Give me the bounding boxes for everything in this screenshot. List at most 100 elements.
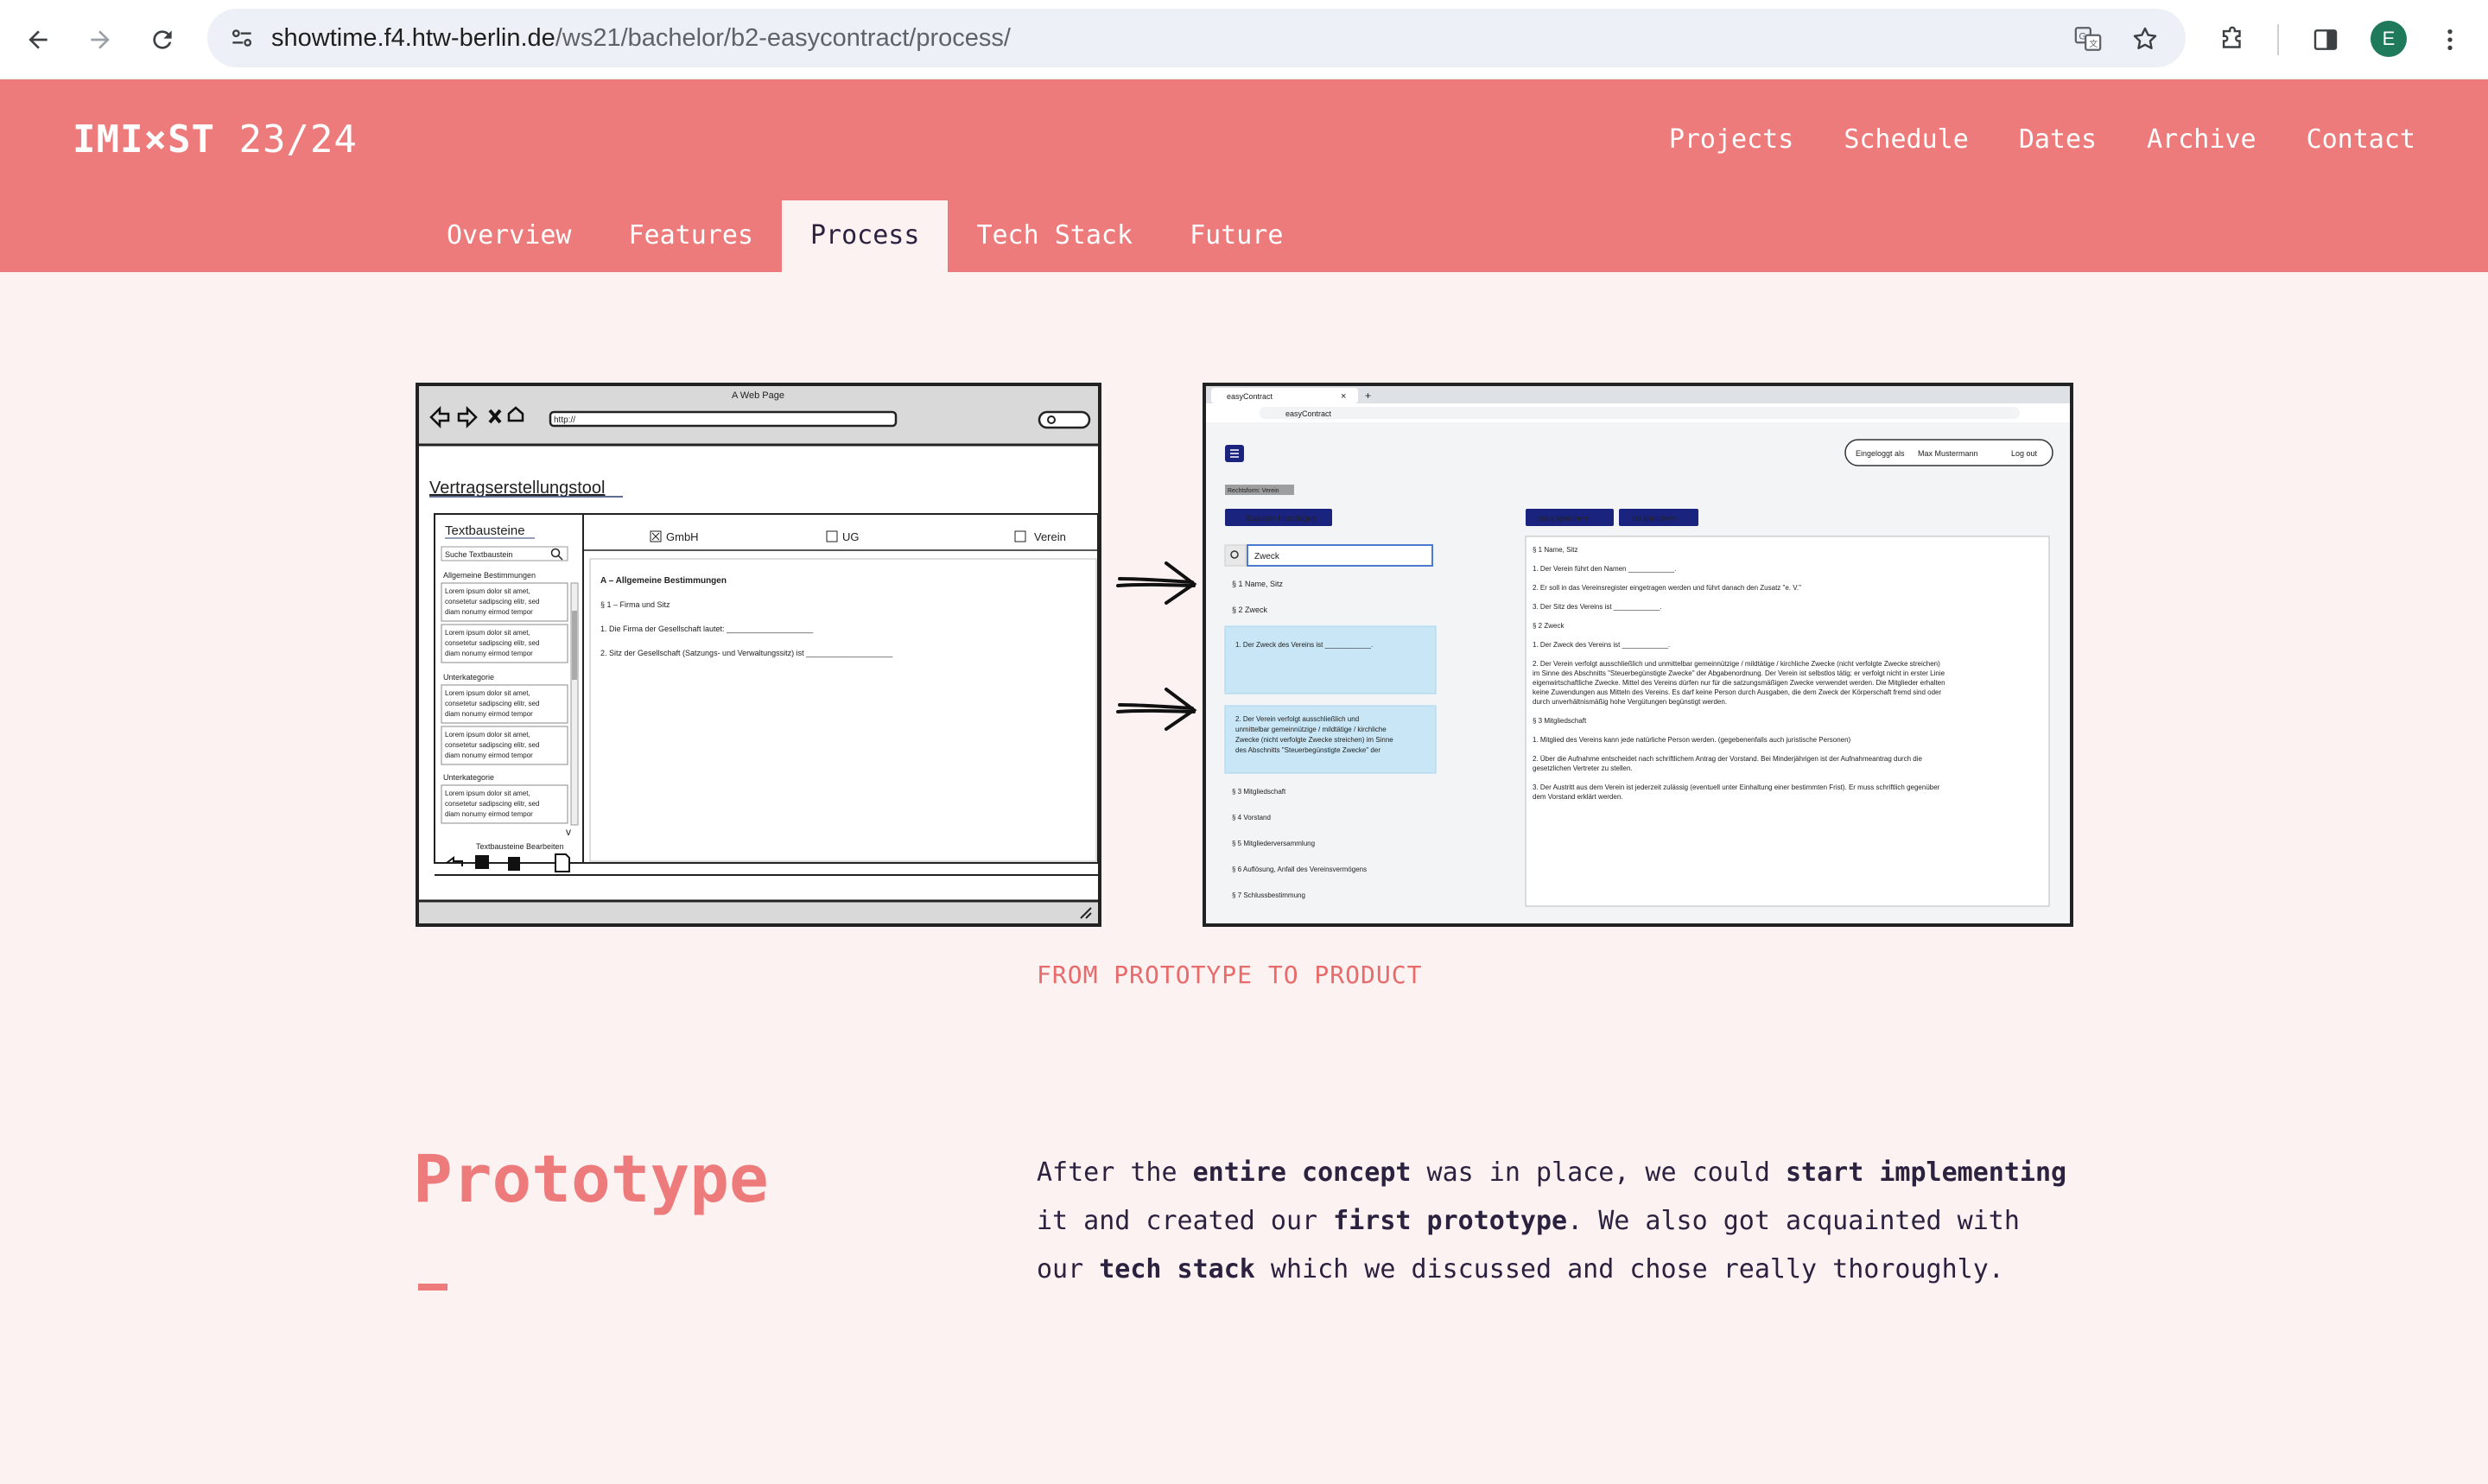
sketch-app-title: Vertragserstellungstool: [429, 479, 605, 498]
puzzle-icon: [2222, 26, 2241, 48]
svg-text:2. Der Verein verfolgt ausschl: 2. Der Verein verfolgt ausschließlich un…: [1235, 715, 1359, 723]
tab-tech-stack[interactable]: Tech Stack: [948, 200, 1161, 272]
sketch-edit-link: Textbausteine Bearbeiten: [476, 842, 564, 851]
product-item-7: § 7 Schlussbestimmung: [1232, 891, 1305, 899]
doc-line: keine Zuwendungen aus Mitteln des Verein…: [1533, 688, 1941, 696]
sketch-doc-line-3: 2. Sitz der Gesellschaft (Satzungs- und …: [600, 649, 893, 657]
svg-text:文: 文: [2089, 38, 2098, 49]
doc-line: eigenwirtschaftliche Zwecke. Mittel des …: [1533, 679, 1945, 687]
transition-arrows: [1116, 561, 1197, 731]
nav-schedule[interactable]: Schedule: [1844, 124, 1969, 155]
product-screenshot-image: easyContract × + easyContract Eingeloggt…: [1203, 383, 2073, 927]
side-panel-icon: [2313, 29, 2338, 50]
doc-line: durch unverhältnismäßig hohe Vergütungen…: [1533, 698, 1727, 706]
product-docx-save: docx speichern: [1538, 514, 1590, 523]
side-panel-button[interactable]: [2305, 19, 2346, 60]
svg-text:G: G: [2079, 32, 2086, 42]
arrow-right-icon: [1116, 582, 1196, 587]
svg-text:diam nonumy eirmod tempor: diam nonumy eirmod tempor: [445, 608, 533, 616]
product-address: easyContract: [1285, 409, 1332, 418]
brand-name: IMI×ST: [73, 117, 215, 162]
svg-text:unmittelbar gemeinnützige / mi: unmittelbar gemeinnützige / mildtätige /…: [1235, 726, 1387, 733]
doc-line: 2. Über die Aufnahme entscheidet nach sc…: [1533, 755, 1922, 763]
svg-text:Lorem ipsum dolor sit amet,: Lorem ipsum dolor sit amet,: [445, 629, 530, 637]
address-bar[interactable]: showtime.f4.htw-berlin.de/ws21/bachelor/…: [207, 9, 2186, 67]
kebab-menu-icon: [2447, 29, 2453, 50]
sketch-option-gmbh: GmbH: [666, 530, 699, 543]
nav-dates[interactable]: Dates: [2019, 124, 2097, 155]
url-text: showtime.f4.htw-berlin.de/ws21/bachelor/…: [271, 9, 1011, 67]
sketch-window-title: A Web Page: [732, 390, 784, 401]
toolbar-divider: [2277, 24, 2279, 55]
emphasis-text: tech stack: [1099, 1254, 1255, 1284]
sketch-group-3: Unterkategorie: [443, 773, 494, 782]
svg-text:consetetur sadipscing elitr, s: consetetur sadipscing elitr, sed: [445, 800, 539, 808]
sketch-search: Suche Textbaustein: [445, 550, 512, 559]
back-button[interactable]: [17, 19, 59, 60]
site-logo[interactable]: IMI×ST 23/24: [73, 117, 358, 162]
doc-line: gesetzlichen Vertreter zu stellen.: [1533, 764, 1633, 772]
svg-text:Lorem ipsum dolor sit amet,: Lorem ipsum dolor sit amet,: [445, 790, 530, 797]
brand-term: 23/24: [238, 117, 358, 162]
tab-overview[interactable]: Overview: [418, 200, 600, 272]
product-item-5: § 5 Mitgliederversammlung: [1232, 840, 1315, 847]
doc-section-heading: § 2 Zweck: [1533, 622, 1565, 630]
nav-archive[interactable]: Archive: [2147, 124, 2256, 155]
nav-contact[interactable]: Contact: [2307, 124, 2415, 155]
emphasis-text: first prototype: [1333, 1206, 1568, 1236]
doc-line: dem Vorstand erklärt werden.: [1533, 793, 1623, 801]
reload-icon: [153, 30, 172, 49]
product-tab-title: easyContract: [1227, 392, 1273, 401]
browser-menu-button[interactable]: [2429, 19, 2471, 60]
tab-features[interactable]: Features: [600, 200, 783, 272]
product-item-2: § 2 Zweck: [1232, 606, 1268, 614]
product-logout: Log out: [2011, 449, 2038, 458]
svg-text:consetetur sadipscing elitr, s: consetetur sadipscing elitr, sed: [445, 700, 539, 707]
bookmark-star-icon[interactable]: [2130, 24, 2160, 54]
svg-text:v: v: [566, 826, 571, 838]
section-title: Prototype: [413, 1140, 769, 1217]
svg-text:des Abschnitts "Steuerbegünsti: des Abschnitts "Steuerbegünstigte Zwecke…: [1235, 746, 1380, 754]
svg-text:Zwecke (nicht verfolgte Zwecke: Zwecke (nicht verfolgte Zwecke streichen…: [1235, 736, 1393, 744]
doc-section-heading: § 1 Name, Sitz: [1533, 546, 1577, 554]
body-text-run: which we discussed and chose really thor…: [1254, 1254, 2004, 1284]
sketch-group-1: Allgemeine Bestimmungen: [443, 571, 536, 580]
emphasis-text: entire concept: [1192, 1157, 1412, 1188]
reload-button[interactable]: [142, 19, 183, 60]
svg-text:×: ×: [1341, 391, 1346, 402]
url-path: /ws21/bachelor/b2-easycontract/process/: [555, 24, 1011, 52]
doc-line: 2. Er soll in das Vereinsregister einget…: [1533, 584, 1801, 592]
sketch-doc-line-1: § 1 – Firma und Sitz: [600, 600, 670, 609]
tab-process[interactable]: Process: [782, 200, 949, 272]
main-nav: Projects Schedule Dates Archive Contact: [1669, 124, 2415, 155]
forward-button[interactable]: [79, 19, 121, 60]
site-settings-icon[interactable]: [228, 24, 256, 52]
doc-line: 1. Der Zweck des Vereins ist ___________…: [1533, 641, 1670, 649]
sketch-doc-heading: A – Allgemeine Bestimmungen: [600, 576, 727, 586]
arrow-right-icon: [91, 30, 110, 49]
svg-text:consetetur sadipscing elitr, s: consetetur sadipscing elitr, sed: [445, 598, 539, 606]
doc-section-heading: § 3 Mitgliedschaft: [1533, 717, 1587, 725]
profile-avatar[interactable]: E: [2371, 21, 2407, 57]
extensions-button[interactable]: [2212, 19, 2253, 60]
product-search: Zweck: [1254, 552, 1280, 561]
svg-text:consetetur sadipscing elitr, s: consetetur sadipscing elitr, sed: [445, 741, 539, 749]
product-txt-save: txt speichern: [1633, 514, 1677, 523]
product-legal-form: Rechtsform: Verein: [1228, 488, 1279, 494]
translate-icon[interactable]: G文: [2073, 24, 2103, 54]
tab-future[interactable]: Future: [1161, 200, 1311, 272]
title-underline: [418, 1284, 447, 1291]
sketch-option-verein: Verein: [1034, 530, 1066, 543]
arrow-left-icon: [29, 30, 48, 49]
svg-text:diam nonumy eirmod tempor: diam nonumy eirmod tempor: [445, 650, 533, 657]
doc-line: 1. Der Verein führt den Namen __________…: [1533, 565, 1676, 573]
figure-caption: FROM PROTOTYPE TO PRODUCT: [1037, 961, 1423, 989]
nav-projects[interactable]: Projects: [1669, 124, 1794, 155]
product-item-6: § 6 Auflösung, Anfall des Vereinsvermöge…: [1232, 866, 1367, 873]
sketch-drawing: A Web Page http:// Vertragserstellungsto…: [419, 386, 1099, 923]
product-item-4: § 4 Vorstand: [1232, 814, 1271, 821]
project-subnav: Overview Features Process Tech Stack Fut…: [418, 200, 1311, 272]
svg-text:Lorem ipsum dolor sit amet,: Lorem ipsum dolor sit amet,: [445, 587, 530, 595]
doc-line: 2. Der Verein verfolgt ausschließlich un…: [1533, 660, 1940, 668]
url-host: showtime.f4.htw-berlin.de: [271, 24, 555, 52]
